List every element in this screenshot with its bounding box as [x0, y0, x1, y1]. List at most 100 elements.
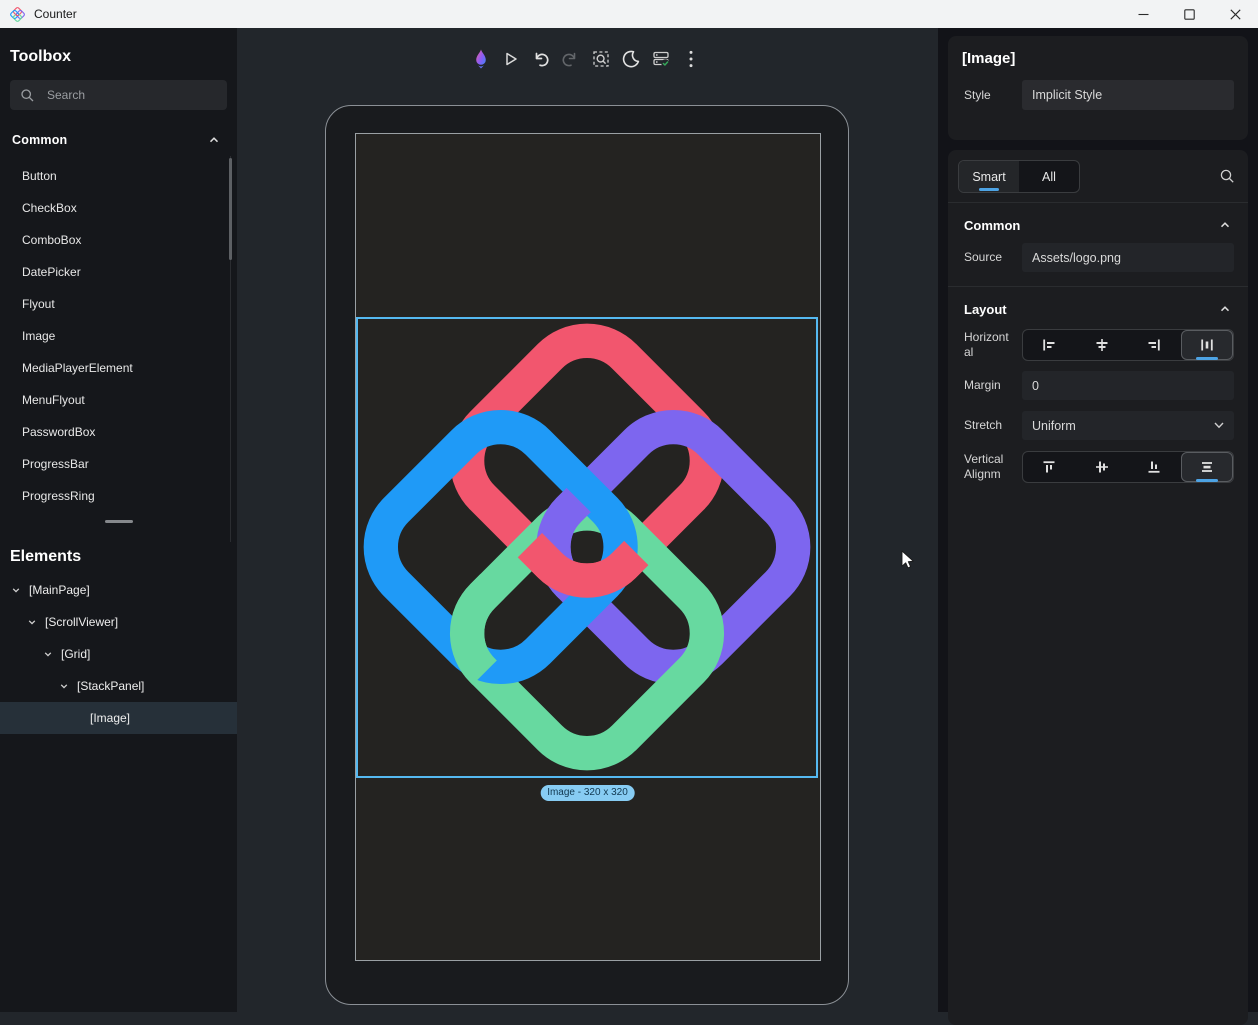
- tree-row-image-selected[interactable]: [Image]: [0, 702, 237, 734]
- chevron-down-icon: [1214, 422, 1224, 429]
- dark-mode-moon-icon: [621, 49, 641, 69]
- toolbox-item[interactable]: CheckBox: [0, 192, 237, 224]
- align-right-icon: [1146, 337, 1162, 353]
- left-sidebar: Toolbox Common Button CheckBox ComboBox …: [0, 28, 237, 1012]
- align-center-icon: [1094, 337, 1110, 353]
- app-logo-icon: [10, 7, 25, 22]
- chevron-up-icon: [207, 133, 221, 147]
- close-icon: [1230, 9, 1241, 20]
- chevron-up-icon: [1218, 218, 1232, 232]
- design-canvas: Image - 320 x 320: [237, 28, 938, 1012]
- zoom-to-fit-icon: [591, 49, 611, 69]
- section-common[interactable]: Common: [948, 203, 1248, 241]
- undo-button[interactable]: [530, 47, 551, 71]
- stretch-dropdown[interactable]: Uniform: [1022, 411, 1234, 440]
- margin-label: Margin: [964, 378, 1022, 393]
- tab-smart[interactable]: Smart: [959, 161, 1019, 192]
- toolbox-item[interactable]: MenuFlyout: [0, 384, 237, 416]
- align-middle-icon: [1094, 459, 1110, 475]
- align-top-button[interactable]: [1023, 452, 1076, 482]
- chevron-down-icon[interactable]: [26, 616, 38, 628]
- common-section-label: Common: [964, 218, 1020, 233]
- tree-row-scrollviewer[interactable]: [ScrollViewer]: [0, 606, 237, 638]
- stretch-vertical-icon: [1199, 459, 1215, 475]
- toolbox-title: Toolbox: [0, 28, 237, 74]
- panel-splitter[interactable]: [0, 515, 237, 528]
- tree-row-stackpanel[interactable]: [StackPanel]: [0, 670, 237, 702]
- inspector-column: [Image] Style Implicit Style Smart All C…: [938, 28, 1258, 1012]
- toolbox-item-list: Button CheckBox ComboBox DatePicker Flyo…: [0, 160, 237, 512]
- toolbox-search-input[interactable]: [45, 87, 217, 103]
- margin-input[interactable]: [1022, 371, 1234, 400]
- style-picker[interactable]: Implicit Style: [1022, 80, 1234, 110]
- stretch-vertical-button[interactable]: [1181, 452, 1234, 482]
- toolbox-item[interactable]: MediaPlayerElement: [0, 352, 237, 384]
- window-titlebar: Counter: [0, 0, 1258, 28]
- align-bottom-icon: [1146, 459, 1162, 475]
- form-check-button[interactable]: [650, 47, 671, 71]
- more-options-button[interactable]: [680, 47, 701, 71]
- align-center-button[interactable]: [1076, 330, 1129, 360]
- style-value: Implicit Style: [1032, 88, 1102, 102]
- dark-mode-moon-button[interactable]: [620, 47, 641, 71]
- toolbox-panel: Toolbox Common Button CheckBox ComboBox …: [0, 28, 237, 512]
- toolbox-item[interactable]: PasswordBox: [0, 416, 237, 448]
- source-input[interactable]: [1022, 243, 1234, 272]
- undo-icon: [531, 50, 550, 69]
- mouse-cursor: [901, 550, 915, 570]
- close-button[interactable]: [1212, 0, 1258, 28]
- align-right-button[interactable]: [1128, 330, 1181, 360]
- play-icon: [502, 50, 520, 68]
- hot-design-flame-button[interactable]: [470, 47, 491, 71]
- redo-icon: [561, 50, 580, 69]
- stretch-value: Uniform: [1032, 419, 1076, 433]
- toolbox-item[interactable]: ProgressBar: [0, 448, 237, 480]
- inspector-search-button[interactable]: [1219, 168, 1236, 185]
- section-label: Common: [12, 133, 67, 147]
- redo-button[interactable]: [560, 47, 581, 71]
- inspector-properties-card: Smart All Common Source Layout: [948, 150, 1248, 1025]
- chevron-down-icon[interactable]: [10, 584, 22, 596]
- toolbox-search[interactable]: [10, 80, 227, 110]
- window-title: Counter: [34, 7, 77, 21]
- play-button[interactable]: [500, 47, 521, 71]
- section-layout[interactable]: Layout: [948, 287, 1248, 325]
- device-frame: Image - 320 x 320: [325, 105, 849, 1005]
- tab-all[interactable]: All: [1019, 161, 1079, 192]
- toolbox-item[interactable]: Button: [0, 160, 237, 192]
- tree-node-label: [Grid]: [61, 647, 90, 661]
- tree-row-grid[interactable]: [Grid]: [0, 638, 237, 670]
- align-middle-button[interactable]: [1076, 452, 1129, 482]
- toolbox-item[interactable]: Flyout: [0, 288, 237, 320]
- device-screen[interactable]: Image - 320 x 320: [355, 133, 821, 961]
- toolbox-item[interactable]: ProgressRing: [0, 480, 237, 512]
- hot-design-flame-icon: [471, 48, 491, 70]
- selected-image-element[interactable]: [356, 317, 818, 778]
- chevron-down-icon[interactable]: [58, 680, 70, 692]
- toolbox-item[interactable]: DatePicker: [0, 256, 237, 288]
- align-bottom-button[interactable]: [1128, 452, 1181, 482]
- toolbox-item[interactable]: Image: [0, 320, 237, 352]
- chevron-up-icon: [1218, 302, 1232, 316]
- inspector-title: [Image]: [948, 36, 1248, 67]
- layout-section-label: Layout: [964, 302, 1007, 317]
- source-label: Source: [964, 250, 1022, 265]
- stretch-horizontal-icon: [1199, 337, 1215, 353]
- style-label: Style: [964, 88, 1022, 103]
- form-check-icon: [651, 49, 671, 69]
- inspector-tabs: Smart All: [958, 160, 1080, 193]
- align-left-button[interactable]: [1023, 330, 1076, 360]
- minimize-button[interactable]: [1120, 0, 1166, 28]
- chevron-down-icon[interactable]: [42, 648, 54, 660]
- tree-row-mainpage[interactable]: [MainPage]: [0, 574, 237, 606]
- canvas-toolbar: [470, 47, 701, 71]
- toolbox-item[interactable]: ComboBox: [0, 224, 237, 256]
- minimize-icon: [1138, 9, 1149, 20]
- toolbox-scrollbar-thumb[interactable]: [229, 158, 232, 260]
- inspector-header-card: [Image] Style Implicit Style: [948, 36, 1248, 140]
- maximize-button[interactable]: [1166, 0, 1212, 28]
- stretch-horizontal-button[interactable]: [1181, 330, 1234, 360]
- horizontal-label: Horizontal: [964, 330, 1022, 360]
- zoom-to-fit-button[interactable]: [590, 47, 611, 71]
- toolbox-section-common[interactable]: Common: [0, 124, 237, 156]
